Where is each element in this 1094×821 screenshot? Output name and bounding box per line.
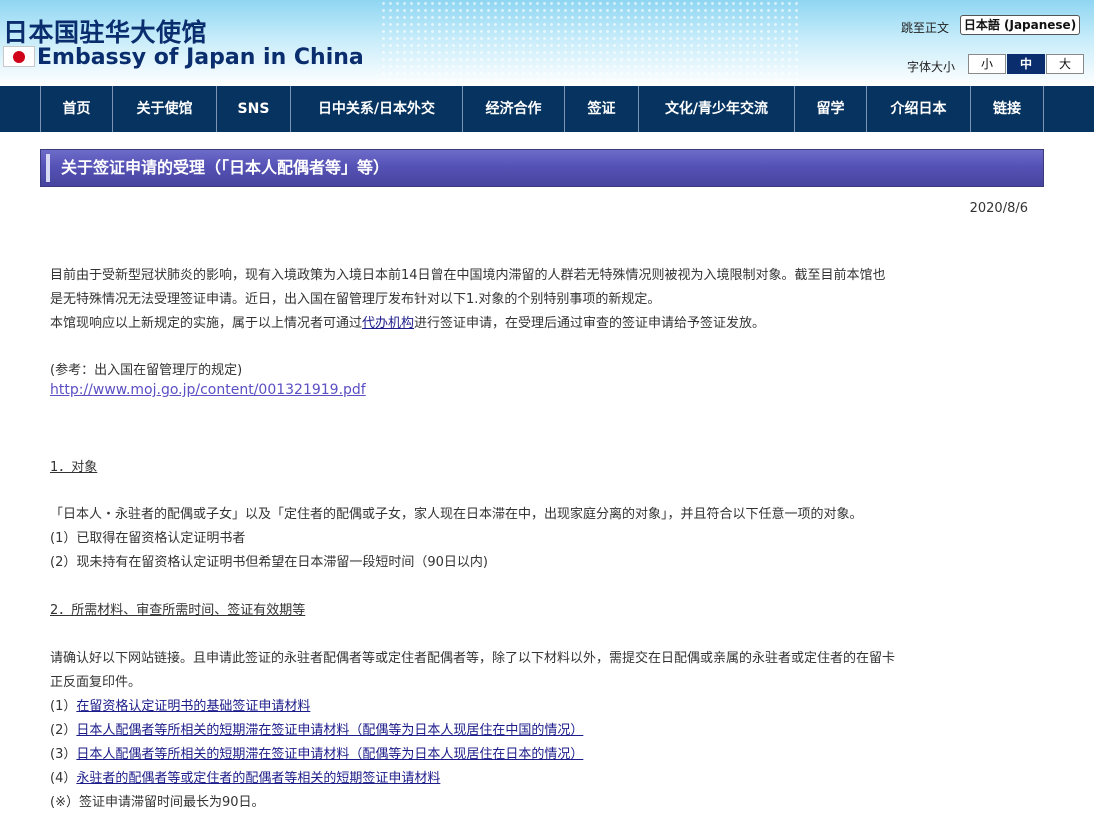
title-accent-bar — [46, 154, 50, 182]
intro-line-2: 是无特殊情况无法受理签证申请。近日，出入国在留管理厅发布针对以下1.对象的个别特… — [50, 292, 661, 307]
spouse-in-japan-materials-link[interactable]: 日本人配偶者等所相关的短期滞在签证申请材料（配偶等为日本人现居住在日本的情况） — [76, 747, 583, 762]
intro-line-3-end: 进行签证申请，在受理后通过审查的签证申请给予签证发放。 — [414, 316, 766, 331]
list-item: (1）在留资格认定证明书的基础签证申请材料 — [50, 695, 310, 714]
nav-item-links[interactable]: 链接 — [970, 86, 1044, 132]
list-item-prefix: (2） — [50, 723, 77, 738]
list-item: (2）日本人配偶者等所相关的短期滞在签证申请材料（配偶等为日本人现居住在中国的情… — [50, 719, 583, 738]
site-header: 日本国驻华大使馆 Embassy of Japan in China 跳至正文 … — [0, 0, 1094, 86]
list-item-prefix: (3） — [50, 747, 77, 762]
section-1-heading: 1．对象 — [50, 460, 98, 475]
intro-line-1: 目前由于受新型冠状肺炎的影响，现有入境政策为入境日本前14日曾在中国境内滞留的人… — [50, 268, 886, 283]
certificate-visa-materials-link[interactable]: 在留资格认定证明书的基础签证申请材料 — [76, 699, 310, 714]
nav-item-japan-china-relations[interactable]: 日中关系/日本外交 — [290, 86, 462, 132]
reference-label: (参考：出入国在留管理厅的规定) — [50, 363, 243, 378]
section-1-text: 「日本人・永驻者的配偶或子女」以及「定住者的配偶或子女，家人现在日本滞在中，出现… — [50, 507, 863, 522]
list-item: (3）日本人配偶者等所相关的短期滞在签证申请材料（配偶等为日本人现居住在日本的情… — [50, 743, 583, 762]
list-item-prefix: (1） — [50, 699, 77, 714]
section-2-text-line-1: 请确认好以下网站链接。且申请此签证的永驻者配偶者等或定住者配偶者等，除了以下材料… — [50, 651, 896, 666]
font-size-small-button[interactable]: 小 — [968, 54, 1006, 74]
main-navigation: 首页 关于使馆 SNS 日中关系/日本外交 经济合作 签证 文化/青少年交流 留… — [0, 86, 1094, 132]
site-title-english[interactable]: Embassy of Japan in China — [37, 45, 364, 70]
spouse-in-china-materials-link[interactable]: 日本人配偶者等所相关的短期滞在签证申请材料（配偶等为日本人现居住在中国的情况） — [76, 723, 583, 738]
nav-item-study-abroad[interactable]: 留学 — [794, 86, 866, 132]
font-size-large-button[interactable]: 大 — [1046, 54, 1084, 74]
publish-date: 2020/8/6 — [969, 201, 1028, 216]
section-1-item-2: (2）现未持有在留资格认定证明书但希望在日本滞留一段短时间（90日以内) — [50, 555, 488, 570]
nav-item-economic-cooperation[interactable]: 经济合作 — [462, 86, 564, 132]
nav-item-sns[interactable]: SNS — [216, 86, 290, 132]
japanese-language-button[interactable]: 日本語 (Japanese) — [960, 15, 1080, 35]
list-item: (4）永驻者的配偶者等或定住者的配偶者等相关的短期签证申请材料 — [50, 767, 440, 786]
page-title: 关于签证申请的受理（「日本人配偶者等」等） — [61, 158, 390, 177]
japan-flag-icon — [3, 46, 35, 67]
nav-item-visa[interactable]: 签证 — [564, 86, 638, 132]
moj-pdf-link[interactable]: http://www.moj.go.jp/content/001321919.p… — [50, 382, 366, 398]
nav-item-about-embassy[interactable]: 关于使馆 — [112, 86, 216, 132]
list-item-prefix: (4） — [50, 771, 77, 786]
section-2-text-line-2: 正反面复印件。 — [50, 675, 142, 690]
flag-sun — [13, 51, 25, 63]
site-title-chinese[interactable]: 日本国驻华大使馆 — [3, 13, 207, 49]
section-2-heading: 2．所需材料、审查所需时间、签证有效期等 — [50, 603, 306, 618]
agency-link[interactable]: 代办机构 — [362, 316, 414, 331]
stay-duration-note: (※）签证申请滞留时间最长为90日。 — [50, 795, 265, 810]
reference-url-line: http://www.moj.go.jp/content/001321919.p… — [50, 382, 366, 398]
font-size-label: 字体大小 — [907, 60, 956, 74]
page-title-banner: 关于签证申请的受理（「日本人配偶者等」等） — [40, 149, 1044, 187]
section-1-item-1: (1）已取得在留资格认定证明书者 — [50, 531, 246, 546]
intro-line-3-start: 本馆现响应以上新规定的实施，属于以上情况者可通过 — [50, 316, 363, 331]
font-size-medium-button[interactable]: 中 — [1007, 54, 1045, 74]
nav-item-home[interactable]: 首页 — [40, 86, 112, 132]
nav-item-introducing-japan[interactable]: 介绍日本 — [866, 86, 970, 132]
permanent-resident-spouse-materials-link[interactable]: 永驻者的配偶者等或定住者的配偶者等相关的短期签证申请材料 — [76, 771, 440, 786]
world-map-background — [380, 0, 800, 86]
nav-item-culture-youth-exchange[interactable]: 文化/青少年交流 — [638, 86, 794, 132]
skip-to-content-link[interactable]: 跳至正文 — [901, 19, 949, 36]
intro-line-3: 本馆现响应以上新规定的实施，属于以上情况者可通过代办机构进行签证申请，在受理后通… — [50, 312, 765, 331]
